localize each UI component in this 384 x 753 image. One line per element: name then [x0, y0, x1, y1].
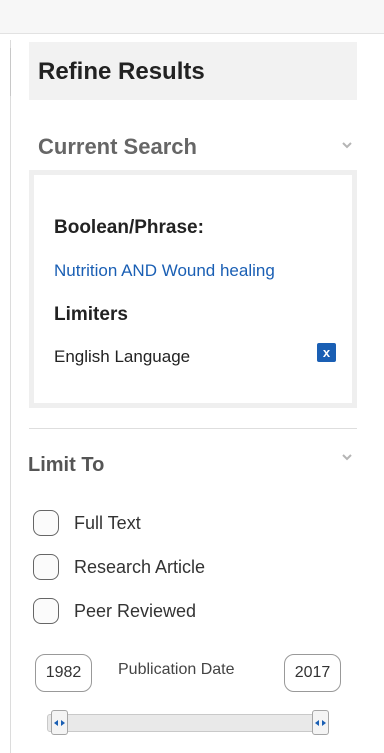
chevron-down-icon[interactable]	[340, 140, 354, 150]
slider-start-handle[interactable]	[51, 710, 68, 735]
slider-end-handle[interactable]	[312, 710, 329, 735]
peer-reviewed-label: Peer Reviewed	[74, 601, 197, 621]
section-divider	[29, 428, 357, 429]
current-search-title[interactable]: Current Search	[38, 134, 197, 160]
limiter-english-language: English Language	[54, 347, 191, 366]
refine-results-header: Refine Results	[29, 42, 357, 100]
research-article-label: Research Article	[74, 557, 206, 577]
boolean-phrase-label: Boolean/Phrase:	[54, 217, 204, 238]
current-search-box: Boolean/Phrase: Nutrition AND Wound heal…	[29, 170, 357, 408]
chevron-down-icon[interactable]	[340, 452, 354, 462]
boolean-phrase-link[interactable]: Nutrition AND Wound healing	[54, 261, 275, 281]
left-column-divider	[10, 40, 11, 753]
peer-reviewed-checkbox[interactable]	[33, 598, 59, 624]
research-article-checkbox[interactable]	[33, 554, 59, 580]
refine-results-title: Refine Results	[38, 58, 205, 85]
double-arrow-icon	[315, 720, 326, 726]
start-year-input[interactable]: 1982	[35, 654, 92, 692]
browser-top-bar	[0, 0, 384, 34]
limit-to-title[interactable]: Limit To	[28, 454, 104, 477]
publication-date-label: Publication Date	[118, 661, 235, 678]
remove-limiter-close-icon[interactable]: x	[317, 343, 336, 362]
end-year-input[interactable]: 2017	[284, 654, 341, 692]
full-text-checkbox[interactable]	[33, 510, 59, 536]
publication-date-slider-track[interactable]	[47, 714, 329, 732]
left-column-divider-accent	[10, 48, 11, 96]
limiters-label: Limiters	[54, 304, 128, 325]
double-arrow-icon	[54, 720, 65, 726]
refine-results-panel: Refine Results Current Search Boolean/Ph…	[28, 42, 357, 742]
full-text-label: Full Text	[74, 513, 141, 533]
